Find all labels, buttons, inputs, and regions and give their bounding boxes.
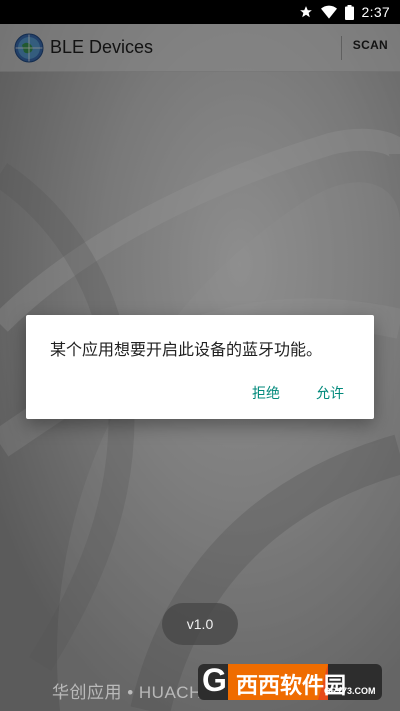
status-bar: 2:37 (0, 0, 400, 24)
watermark-url-text: CR173.COM (324, 686, 376, 696)
battery-icon (344, 4, 354, 20)
bluetooth-permission-dialog: 某个应用想要开启此设备的蓝牙功能。 拒绝 允许 (26, 315, 374, 419)
version-badge: v1.0 (162, 603, 238, 645)
wifi-icon (320, 5, 337, 19)
status-time: 2:37 (361, 4, 390, 20)
watermark-logo: G 西西软件园 CR173.COM (198, 660, 382, 704)
deny-button[interactable]: 拒绝 (246, 379, 286, 407)
allow-button[interactable]: 允许 (310, 379, 350, 407)
star-icon (299, 5, 313, 19)
watermark-g-letter: G (202, 662, 227, 698)
screen: 2:37 BLE Devices SCAN v1.0 华创应用 • HUACHU… (0, 0, 400, 711)
dialog-message: 某个应用想要开启此设备的蓝牙功能。 (50, 342, 323, 359)
